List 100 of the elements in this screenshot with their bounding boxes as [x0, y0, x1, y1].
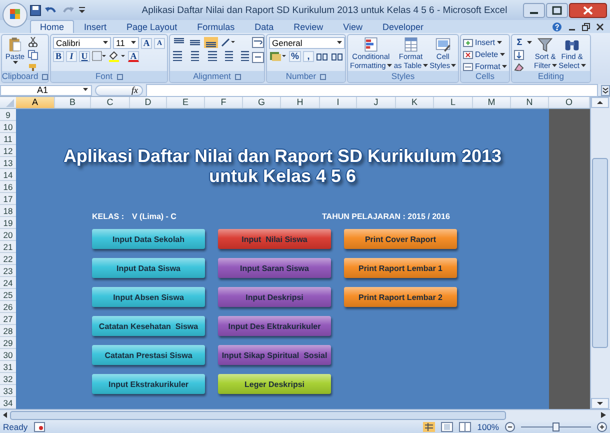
underline-button[interactable]: U [79, 51, 90, 62]
center-icon[interactable] [188, 50, 202, 61]
save-icon[interactable] [30, 4, 41, 16]
column-header[interactable]: J [357, 97, 396, 108]
borders-icon[interactable] [92, 51, 106, 62]
column-header[interactable]: B [55, 97, 91, 108]
column-header[interactable]: L [434, 97, 473, 108]
menu-button[interactable]: Catatan Kesehatan Siswa [92, 316, 205, 336]
caret-icon[interactable] [552, 64, 557, 68]
bold-button[interactable]: B [53, 51, 64, 62]
ribbon-tab[interactable]: Insert [74, 20, 117, 33]
caret-icon[interactable] [337, 41, 342, 45]
dialog-launcher-icon[interactable] [42, 74, 48, 80]
copy-icon[interactable] [28, 50, 38, 60]
minimize-button[interactable] [523, 2, 545, 18]
comma-button[interactable]: , [303, 51, 314, 62]
column-header[interactable]: M [473, 97, 511, 108]
undo-icon[interactable] [44, 4, 58, 16]
menu-button[interactable]: Print Raport Lembar 1 [344, 258, 457, 278]
expand-icon[interactable] [601, 84, 610, 96]
ribbon-button[interactable]: Delete [463, 49, 508, 60]
macro-record-icon[interactable] [34, 422, 45, 432]
ribbon-button[interactable]: Format [463, 61, 508, 71]
formula-input[interactable] [146, 84, 598, 96]
column-header[interactable]: K [396, 97, 434, 108]
caret-icon[interactable] [502, 64, 508, 68]
ribbon-tab[interactable]: View [333, 20, 372, 33]
menu-button[interactable]: Input Data Sekolah [92, 229, 205, 249]
cut-icon[interactable] [28, 37, 38, 47]
caret-icon[interactable] [527, 40, 532, 44]
dialog-launcher-icon[interactable] [234, 74, 241, 80]
number-format-field[interactable]: General [269, 37, 345, 49]
caret-icon[interactable] [580, 64, 586, 68]
menu-button[interactable]: Leger Deskripsi [218, 374, 331, 394]
caret-icon[interactable] [386, 64, 392, 68]
scroll-thumb[interactable] [591, 158, 609, 348]
scroll-up-button[interactable] [591, 97, 609, 108]
font-color-button[interactable]: A [128, 51, 139, 62]
insert-function-button[interactable]: fx [95, 84, 143, 96]
font-name-field[interactable]: Calibri [53, 37, 111, 49]
name-box[interactable]: A1 [0, 84, 92, 96]
menu-button[interactable]: Input Absen Siswa [92, 287, 205, 307]
ribbon-tab[interactable]: Page Layout [116, 20, 188, 33]
menu-button[interactable]: Print Raport Lembar 2 [344, 287, 457, 307]
customize-icon[interactable] [78, 5, 86, 15]
zoom-out-button[interactable] [505, 422, 515, 432]
close-button[interactable] [569, 2, 607, 18]
caret-icon[interactable] [500, 52, 506, 56]
wrap-text-icon[interactable] [252, 37, 264, 48]
horizontal-scrollbar[interactable] [10, 410, 506, 420]
menu-button[interactable]: Catatan Prestasi Siswa [92, 345, 205, 365]
ribbon-button[interactable]: Insert [463, 37, 508, 48]
column-header[interactable]: D [130, 97, 167, 108]
caret-icon[interactable] [497, 40, 502, 44]
bottom-align-icon[interactable] [204, 37, 218, 48]
zoom-in-button[interactable] [597, 422, 607, 432]
column-header[interactable]: C [91, 97, 130, 108]
ribbon-tab[interactable]: Formulas [187, 20, 245, 33]
column-header[interactable]: G [243, 97, 281, 108]
help-icon[interactable] [552, 22, 562, 32]
caret-icon[interactable] [422, 64, 428, 68]
column-header[interactable]: E [167, 97, 205, 108]
ribbon-tab[interactable]: Developer [372, 20, 434, 33]
column-header[interactable]: N [511, 97, 549, 108]
fill-color-icon[interactable] [108, 51, 126, 62]
ribbon-tab[interactable]: Review [284, 20, 334, 33]
orientation-icon[interactable] [220, 37, 236, 48]
dialog-launcher-icon[interactable] [320, 74, 326, 80]
page-break-view-icon[interactable] [459, 422, 472, 432]
font-size-field[interactable]: 11 [113, 37, 139, 49]
menu-button[interactable]: Print Cover Raport [344, 229, 457, 249]
column-header[interactable]: A [16, 97, 55, 108]
grow-font-button[interactable]: A [141, 38, 152, 48]
caret-icon[interactable] [83, 88, 88, 92]
restore-icon[interactable] [582, 23, 590, 31]
percent-button[interactable]: % [289, 51, 302, 62]
ribbon-tab[interactable]: Data [244, 20, 284, 33]
page-layout-view-icon[interactable] [441, 422, 454, 432]
ribbon-tab[interactable]: Home [30, 20, 74, 33]
format-painter-icon[interactable] [28, 63, 38, 71]
caret-icon[interactable] [131, 41, 136, 45]
normal-view-icon[interactable] [423, 422, 436, 432]
column-header[interactable]: H [281, 97, 320, 108]
dialog-launcher-icon[interactable] [116, 74, 122, 80]
italic-button[interactable]: I [66, 51, 77, 62]
scroll-down-button[interactable] [591, 398, 609, 409]
increase-decimal-icon[interactable] [316, 51, 330, 62]
menu-button[interactable]: Input Data Siswa [92, 258, 205, 278]
accounting-icon[interactable] [269, 51, 287, 62]
close-icon[interactable] [596, 23, 604, 31]
zoom-thumb[interactable] [552, 422, 560, 431]
zoom-slider[interactable] [521, 422, 591, 432]
menu-button[interactable]: Input Ekstrakurikuler [92, 374, 205, 394]
sum-button[interactable]: Σ [514, 37, 525, 48]
decrease-decimal-icon[interactable] [331, 51, 344, 62]
caret-icon[interactable] [103, 41, 108, 45]
column-header[interactable]: I [320, 97, 357, 108]
middle-align-icon[interactable] [188, 37, 202, 48]
maximize-button[interactable] [546, 2, 568, 18]
caret-icon[interactable] [451, 64, 456, 68]
